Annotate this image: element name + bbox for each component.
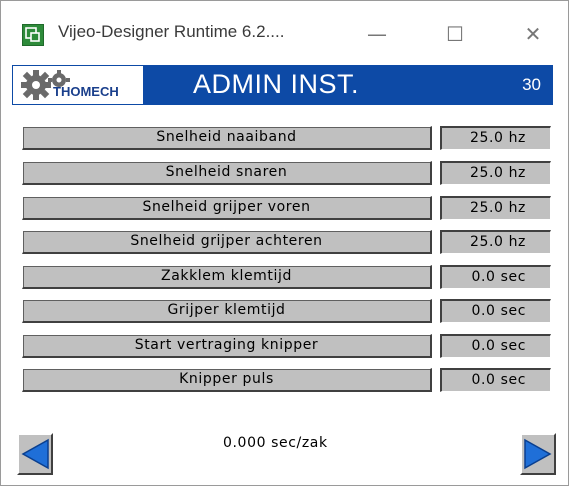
arrow-left-icon [21, 438, 49, 470]
close-button[interactable]: ✕ [510, 15, 556, 53]
param-label-snelheid-grijper-voren[interactable]: Snelheid grijper voren [22, 196, 432, 220]
arrow-right-icon [524, 438, 552, 470]
param-value-knipper-puls[interactable]: 0.0 sec [440, 368, 551, 392]
maximize-button[interactable]: ☐ [432, 15, 478, 53]
time-per-bag-readout: 0.000 sec/zak [223, 435, 328, 451]
param-value-snelheid-grijper-achteren[interactable]: 25.0 hz [440, 230, 551, 254]
param-label-zakklem-klemtijd[interactable]: Zakklem klemtijd [22, 265, 432, 289]
param-label-snelheid-grijper-achteren[interactable]: Snelheid grijper achteren [22, 230, 432, 254]
param-label-snelheid-naaiband[interactable]: Snelheid naaiband [22, 126, 432, 150]
param-row: Zakklem klemtijd 0.0 sec [1, 265, 568, 289]
screen-number: 30 [522, 75, 541, 94]
param-row: Knipper puls 0.0 sec [1, 368, 568, 392]
screen-header: THOMECH ADMIN INST. 30 [12, 65, 553, 105]
param-value-snelheid-grijper-voren[interactable]: 25.0 hz [440, 196, 551, 220]
param-label-snelheid-snaren[interactable]: Snelheid snaren [22, 161, 432, 185]
minimize-button[interactable]: — [354, 15, 400, 53]
param-value-grijper-klemtijd[interactable]: 0.0 sec [440, 299, 551, 323]
param-row: Snelheid naaiband 25.0 hz [1, 126, 568, 150]
screen-title: ADMIN INST. [193, 69, 360, 99]
runtime-window: Vijeo-Designer Runtime 6.2.... — ☐ ✕ THO… [0, 0, 569, 486]
param-row: Snelheid grijper voren 25.0 hz [1, 196, 568, 220]
param-label-knipper-puls[interactable]: Knipper puls [22, 368, 432, 392]
param-label-grijper-klemtijd[interactable]: Grijper klemtijd [22, 299, 432, 323]
param-label-start-vertraging-knipper[interactable]: Start vertraging knipper [22, 334, 432, 358]
param-value-snelheid-snaren[interactable]: 25.0 hz [440, 161, 551, 185]
previous-screen-button[interactable] [17, 433, 53, 475]
app-icon [22, 24, 44, 46]
next-screen-button[interactable] [520, 433, 556, 475]
param-value-zakklem-klemtijd[interactable]: 0.0 sec [440, 265, 551, 289]
logo-text: THOMECH [53, 84, 119, 99]
param-value-start-vertraging-knipper[interactable]: 0.0 sec [440, 334, 551, 358]
param-row: Snelheid grijper achteren 25.0 hz [1, 230, 568, 254]
company-logo: THOMECH [12, 65, 144, 105]
param-value-snelheid-naaiband[interactable]: 25.0 hz [440, 126, 551, 150]
param-row: Start vertraging knipper 0.0 sec [1, 334, 568, 358]
window-title: Vijeo-Designer Runtime 6.2.... [58, 22, 285, 41]
param-row: Snelheid snaren 25.0 hz [1, 161, 568, 185]
title-bar[interactable]: Vijeo-Designer Runtime 6.2.... — ☐ ✕ [1, 1, 568, 57]
param-row: Grijper klemtijd 0.0 sec [1, 299, 568, 323]
